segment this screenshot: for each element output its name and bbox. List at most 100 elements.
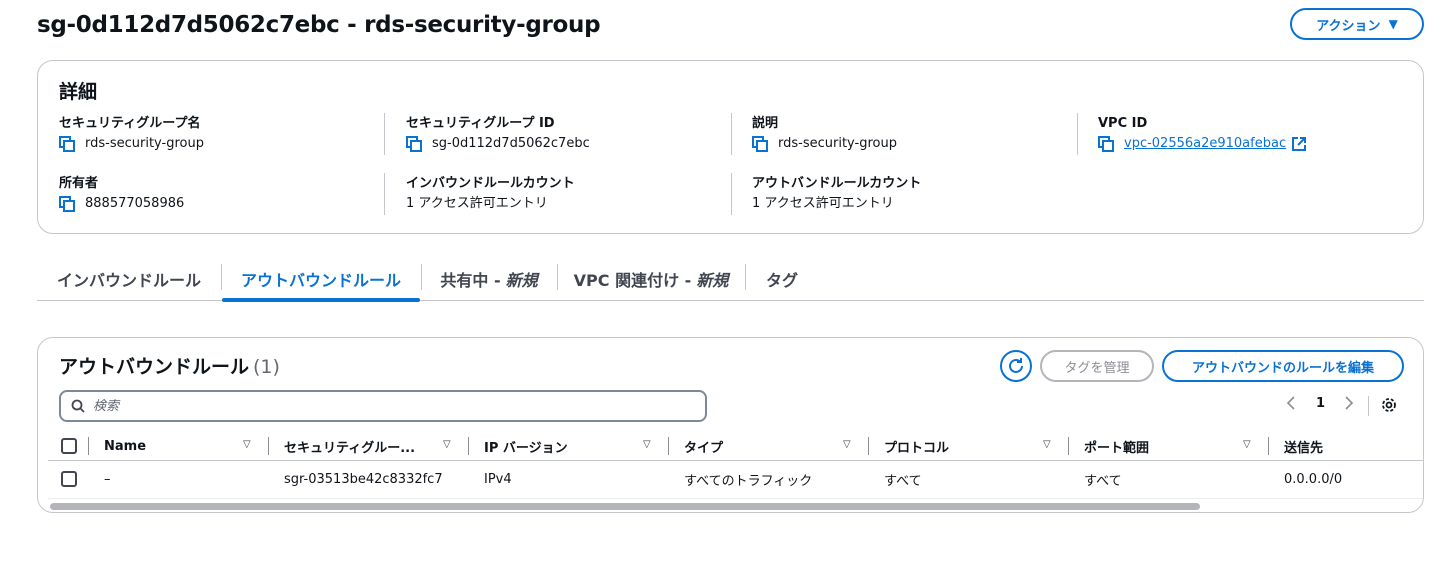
field-value: 1 アクセス許可エントリ <box>406 196 548 211</box>
previous-page-button[interactable] <box>1286 396 1296 410</box>
field-label: インバウンドルールカウント <box>406 176 575 191</box>
column-header-rule-id[interactable]: セキュリティグルー... <box>284 433 415 459</box>
caret-down-icon: ▼ <box>1388 17 1398 31</box>
sort-icon[interactable]: ▽ <box>1043 439 1051 450</box>
edit-outbound-rules-button[interactable]: アウトバウンドのルールを編集 <box>1162 350 1404 382</box>
field-label: 所有者 <box>59 176 99 191</box>
sort-icon[interactable]: ▽ <box>643 439 651 450</box>
field-security-group-id: セキュリティグループ ID sg-0d112d7d5062c7ebc <box>406 115 726 155</box>
field-label: セキュリティグループ ID <box>406 116 555 131</box>
tab-label: タグ <box>765 271 798 290</box>
search-icon <box>71 399 85 413</box>
cell-port-range: すべて <box>1084 473 1122 489</box>
search-field[interactable] <box>59 390 707 422</box>
field-description: 説明 rds-security-group <box>752 115 1072 155</box>
chevron-right-icon <box>1345 396 1354 410</box>
sort-icon[interactable]: ▽ <box>243 439 251 450</box>
search-input[interactable] <box>93 398 653 414</box>
column-divider <box>384 173 385 215</box>
table-title: アウトバウンドルール <box>59 356 250 378</box>
cell-protocol: すべて <box>884 473 922 489</box>
cell-type: すべてのトラフィック <box>684 473 813 489</box>
column-divider <box>1068 437 1069 455</box>
horizontal-scrollbar[interactable] <box>48 498 1423 512</box>
tab-label: 共有中 - <box>440 271 501 290</box>
table-heading: アウトバウンドルール (1) <box>59 352 280 379</box>
field-label: セキュリティグループ名 <box>59 116 201 131</box>
column-divider <box>268 437 269 455</box>
tab-tags[interactable]: タグ <box>746 258 818 300</box>
row-checkbox[interactable] <box>61 471 77 487</box>
column-divider <box>1077 113 1078 155</box>
manage-tags-button[interactable]: タグを管理 <box>1040 350 1154 382</box>
external-link-icon <box>1292 137 1307 151</box>
field-label: 説明 <box>752 116 779 131</box>
field-value: sg-0d112d7d5062c7ebc <box>432 136 590 151</box>
refresh-icon <box>1009 358 1023 373</box>
cell-name: – <box>104 471 111 487</box>
scrollbar-thumb[interactable] <box>50 503 1200 510</box>
tab-label: アウトバウンドルール <box>240 271 401 290</box>
field-outbound-rule-count: アウトバンドルールカウント 1 アクセス許可エントリ <box>752 175 1072 215</box>
field-label: アウトバンドルールカウント <box>752 176 922 191</box>
copy-icon[interactable] <box>752 136 768 152</box>
column-header-protocol[interactable]: プロトコル <box>884 433 949 459</box>
vpc-id-link[interactable]: vpc-02556a2e910afebac <box>1124 133 1286 155</box>
field-value: 888577058986 <box>85 196 185 211</box>
column-divider <box>384 113 385 155</box>
rule-count: (1) <box>253 356 280 378</box>
cell-ip-version: IPv4 <box>484 471 512 487</box>
field-value: rds-security-group <box>85 136 204 151</box>
outbound-rules-panel: アウトバウンドルール(1) タグを管理 アウトバウンドのルールを編集 1 Nam… <box>37 337 1424 513</box>
next-page-button[interactable] <box>1344 396 1354 410</box>
column-divider <box>668 437 669 455</box>
column-divider <box>88 437 89 455</box>
field-security-group-name: セキュリティグループ名 rds-security-group <box>59 115 379 155</box>
tab-label: VPC 関連付け - <box>573 271 692 290</box>
column-divider <box>868 437 869 455</box>
tab-outbound-rules[interactable]: アウトバウンドルール <box>222 258 420 302</box>
field-vpc-id: VPC ID vpc-02556a2e910afebac <box>1098 115 1418 155</box>
field-label: VPC ID <box>1098 116 1148 131</box>
column-divider <box>731 113 732 155</box>
table-header: Name ▽ セキュリティグルー... ▽ IP バージョン ▽ タイプ ▽ プ… <box>38 433 1423 459</box>
column-header-type[interactable]: タイプ <box>684 433 723 459</box>
select-all-checkbox[interactable] <box>61 438 77 454</box>
sort-icon[interactable]: ▽ <box>843 439 851 450</box>
column-header-destination[interactable]: 送信先 <box>1284 433 1323 459</box>
field-value: 1 アクセス許可エントリ <box>752 196 894 211</box>
current-page[interactable]: 1 <box>1316 396 1325 411</box>
tab-vpc-associations[interactable]: VPC 関連付け - 新規 <box>558 258 744 300</box>
sort-icon[interactable]: ▽ <box>443 439 451 450</box>
column-header-ip-version[interactable]: IP バージョン <box>484 433 568 459</box>
details-panel: 詳細 セキュリティグループ名 rds-security-group セキュリティ… <box>37 60 1424 234</box>
refresh-button[interactable] <box>1000 350 1032 382</box>
tab-new-badge: 新規 <box>696 271 729 290</box>
sort-icon[interactable]: ▽ <box>1243 439 1251 450</box>
cell-rule-id: sgr-03513be42c8332fc7 <box>284 471 443 487</box>
copy-icon[interactable] <box>59 136 75 152</box>
column-header-name[interactable]: Name <box>104 433 146 459</box>
tab-bar: インバウンドルール アウトバウンドルール 共有中 - 新規 VPC 関連付け -新… <box>37 258 1424 302</box>
table-row[interactable]: – sgr-03513be42c8332fc7 IPv4 すべてのトラフィック … <box>48 460 1423 497</box>
copy-icon[interactable] <box>1098 136 1114 152</box>
chevron-left-icon <box>1286 396 1295 410</box>
field-owner: 所有者 888577058986 <box>59 175 379 215</box>
pager-divider <box>1368 396 1369 416</box>
cell-destination: 0.0.0.0/0 <box>1284 471 1343 487</box>
tab-label: インバウンドルール <box>56 271 201 290</box>
details-heading: 詳細 <box>59 81 98 103</box>
tab-sharing[interactable]: 共有中 - 新規 <box>422 258 556 300</box>
gear-icon[interactable] <box>1380 396 1398 414</box>
tab-inbound-rules[interactable]: インバウンドルール <box>37 258 221 300</box>
page-title: sg-0d112d7d5062c7ebc - rds-security-grou… <box>37 12 601 38</box>
column-header-port-range[interactable]: ポート範囲 <box>1084 433 1149 459</box>
field-inbound-rule-count: インバウンドルールカウント 1 アクセス許可エントリ <box>406 175 726 215</box>
copy-icon[interactable] <box>59 196 75 212</box>
column-divider <box>731 173 732 215</box>
column-divider <box>468 437 469 455</box>
actions-button-label: アクション <box>1316 18 1381 34</box>
copy-icon[interactable] <box>406 136 422 152</box>
column-divider <box>1268 437 1269 455</box>
actions-button[interactable]: アクション ▼ <box>1290 8 1424 40</box>
